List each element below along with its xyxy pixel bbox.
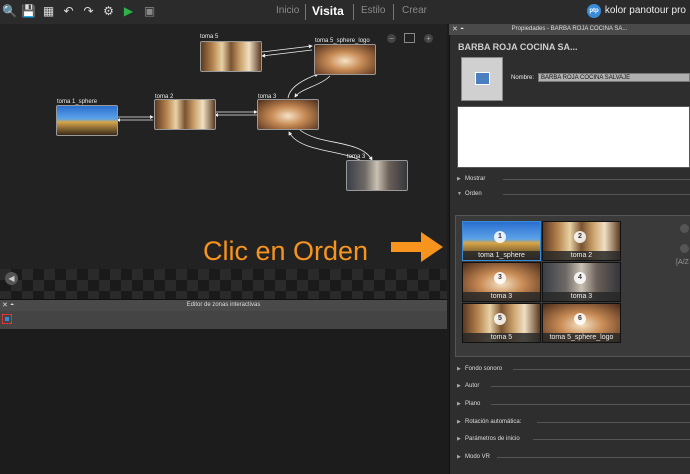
- tour-thumbnail[interactable]: [461, 57, 503, 101]
- order-tile[interactable]: 5 toma 5: [462, 303, 541, 343]
- expand-icon: ▶: [457, 176, 461, 182]
- section-label: Fondo sonoro: [465, 366, 503, 372]
- collapse-icon[interactable]: ◀: [5, 272, 18, 285]
- expand-icon: ▶: [457, 454, 461, 460]
- link-5logo-3: [294, 75, 331, 98]
- main-toolbar: 🔍 💾 ▦ ↶ ↷ ⚙ ▶ ▣ Inicio Visita Estilo Cre…: [0, 0, 690, 25]
- order-tile[interactable]: 6 toma 5_sphere_logo: [542, 303, 621, 343]
- expand-icon: ▶: [457, 383, 461, 389]
- canvas-checker-pattern: [0, 269, 447, 299]
- tab-separator: [393, 4, 394, 20]
- section-label: Mostrar: [465, 176, 486, 182]
- tab-inicio[interactable]: Inicio: [276, 5, 299, 16]
- order-number: 2: [574, 231, 586, 243]
- section-orden[interactable]: ▼ Orden: [457, 188, 690, 200]
- tab-separator: [353, 4, 354, 20]
- brand-name: kolor panotour pro: [604, 5, 686, 16]
- order-caption: toma 5_sphere_logo: [543, 333, 620, 342]
- panorama-node-toma-3b[interactable]: [346, 160, 408, 191]
- section-modo-vr[interactable]: ▶ Modo VR: [457, 451, 690, 463]
- panorama-node-toma-5-sphere-logo[interactable]: [314, 44, 376, 75]
- description-field[interactable]: [457, 106, 690, 168]
- expand-icon: ▶: [457, 436, 461, 442]
- search-zoom-icon[interactable]: 🔍: [2, 4, 17, 19]
- section-label: Orden: [465, 191, 482, 197]
- order-caption: toma 3: [543, 292, 620, 301]
- section-plano[interactable]: ▶ Plano: [457, 398, 690, 410]
- name-field[interactable]: BARBA ROJA COCINA SALVAJE: [538, 73, 690, 82]
- node-label: toma 5: [200, 34, 219, 40]
- tab-visita[interactable]: Visita: [312, 4, 344, 18]
- collapse-icon: ▼: [457, 191, 462, 197]
- properties-header: ✕ ◓ Propiedades - BARBA ROJA COCINA SA..…: [449, 24, 690, 35]
- detach-icon[interactable]: ◓: [10, 300, 14, 311]
- section-fondo-sonoro[interactable]: ▶ Fondo sonoro: [457, 363, 690, 375]
- section-label: Rotación automática:: [465, 419, 522, 425]
- panorama-node-toma-1-sphere[interactable]: [56, 105, 118, 136]
- sort-az-label[interactable]: [A/Z: [676, 259, 689, 266]
- expand-icon: ▶: [457, 401, 461, 407]
- section-autor[interactable]: ▶ Autor: [457, 380, 690, 392]
- tab-separator: [305, 4, 306, 20]
- order-number: 1: [494, 231, 506, 243]
- name-label: Nombre:: [511, 75, 535, 81]
- section-label: Modo VR: [465, 454, 491, 460]
- order-caption: toma 5: [463, 333, 540, 342]
- expand-icon: ▶: [457, 419, 461, 425]
- order-caption: toma 3: [463, 292, 540, 301]
- order-tile[interactable]: 1 toma 1_sphere: [462, 221, 541, 261]
- detach-icon[interactable]: ◓: [460, 24, 464, 35]
- properties-title: BARBA ROJA COCINA SA...: [458, 42, 578, 52]
- interactive-editor-toolbar: [0, 311, 447, 329]
- order-tile[interactable]: 2 toma 2: [542, 221, 621, 261]
- order-number: 6: [574, 313, 586, 325]
- section-mostrar[interactable]: ▶ Mostrar: [457, 173, 690, 185]
- order-number: 3: [494, 272, 506, 284]
- gear-icon[interactable]: ⚙: [101, 4, 116, 19]
- panorama-node-toma-2[interactable]: [154, 99, 216, 130]
- order-number: 4: [574, 272, 586, 284]
- interactive-editor-body: [0, 329, 447, 474]
- order-tile[interactable]: 4 toma 3: [542, 262, 621, 302]
- save-icon[interactable]: 💾: [21, 4, 36, 19]
- zone-selector-icon[interactable]: [2, 314, 12, 324]
- expand-icon: ▶: [457, 366, 461, 372]
- redo-icon[interactable]: ↷: [81, 4, 96, 19]
- order-caption: toma 1_sphere: [463, 251, 540, 260]
- close-icon[interactable]: ✕: [452, 24, 458, 35]
- order-number: 5: [494, 313, 506, 325]
- interactive-editor-title: Editor de zonas interactivas: [186, 302, 261, 308]
- ptp-logo: ptp: [587, 4, 601, 18]
- output-icon[interactable]: ▣: [142, 4, 157, 19]
- order-tile[interactable]: 3 toma 3: [462, 262, 541, 302]
- order-panel: 1 toma 1_sphere 2 toma 2 3 toma 3 4 toma…: [455, 215, 690, 357]
- section-parametros[interactable]: ▶ Parámetros de inicio: [457, 433, 690, 445]
- orange-arrow-icon: [391, 232, 443, 262]
- section-rotacion[interactable]: ▶ Rotación automática:: [457, 416, 690, 428]
- section-label: Autor: [465, 383, 480, 389]
- tab-estilo[interactable]: Estilo: [361, 5, 385, 16]
- play-icon[interactable]: ▶: [121, 4, 136, 19]
- properties-header-title: Propiedades - BARBA ROJA COCINA SA...: [511, 26, 628, 32]
- panorama-node-toma-3[interactable]: [257, 99, 319, 130]
- export-icon[interactable]: ▦: [41, 4, 56, 19]
- close-icon[interactable]: ✕: [2, 300, 8, 311]
- panorama-node-toma-5[interactable]: [200, 41, 262, 72]
- tab-crear[interactable]: Crear: [402, 5, 427, 16]
- order-caption: toma 2: [543, 251, 620, 260]
- image-icon: [475, 72, 490, 85]
- remove-icon[interactable]: [680, 224, 689, 233]
- section-label: Parámetros de inicio: [465, 436, 520, 442]
- annotation-callout: Clic en Orden: [203, 236, 369, 266]
- undo-icon[interactable]: ↶: [61, 4, 76, 19]
- section-label: Plano: [465, 401, 481, 407]
- add-icon[interactable]: [680, 244, 689, 253]
